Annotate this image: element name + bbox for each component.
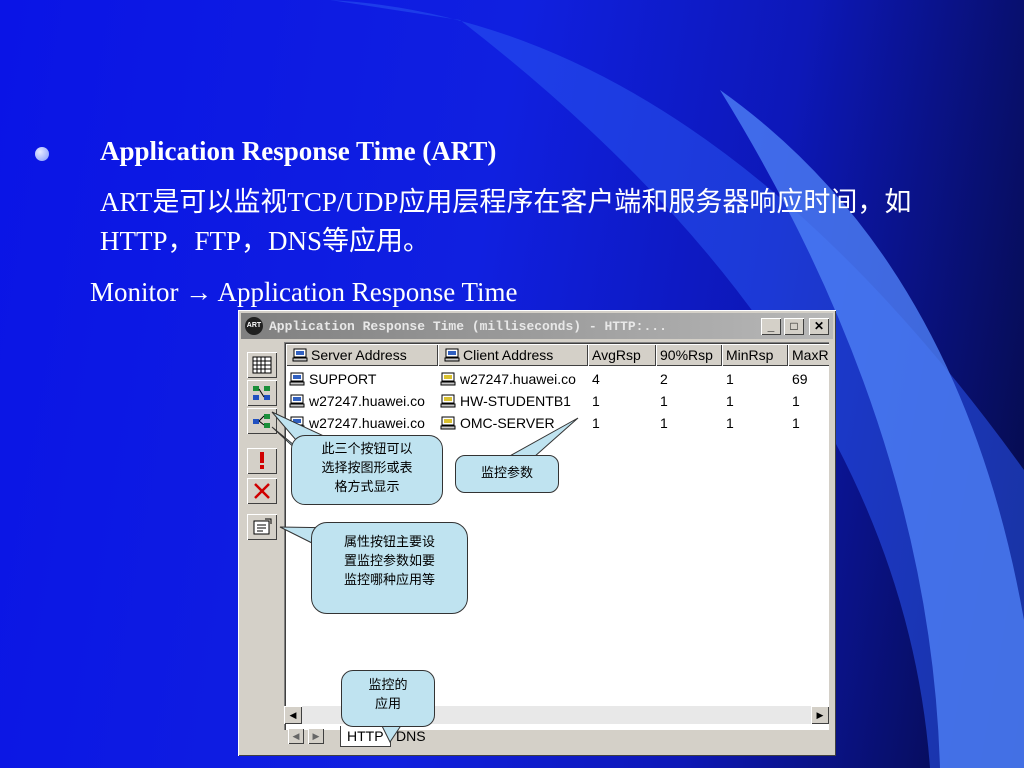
- callout-view-buttons: 此三个按钮可以 选择按图形或表 格方式显示: [291, 435, 443, 505]
- callout-monitored-app: 监控的 应用: [341, 670, 435, 727]
- callout-monitor-params: 监控参数: [455, 455, 559, 493]
- callout-properties: 属性按钮主要设 置监控参数如要 监控哪种应用等: [311, 522, 468, 614]
- callout-pointers: [271, 411, 579, 743]
